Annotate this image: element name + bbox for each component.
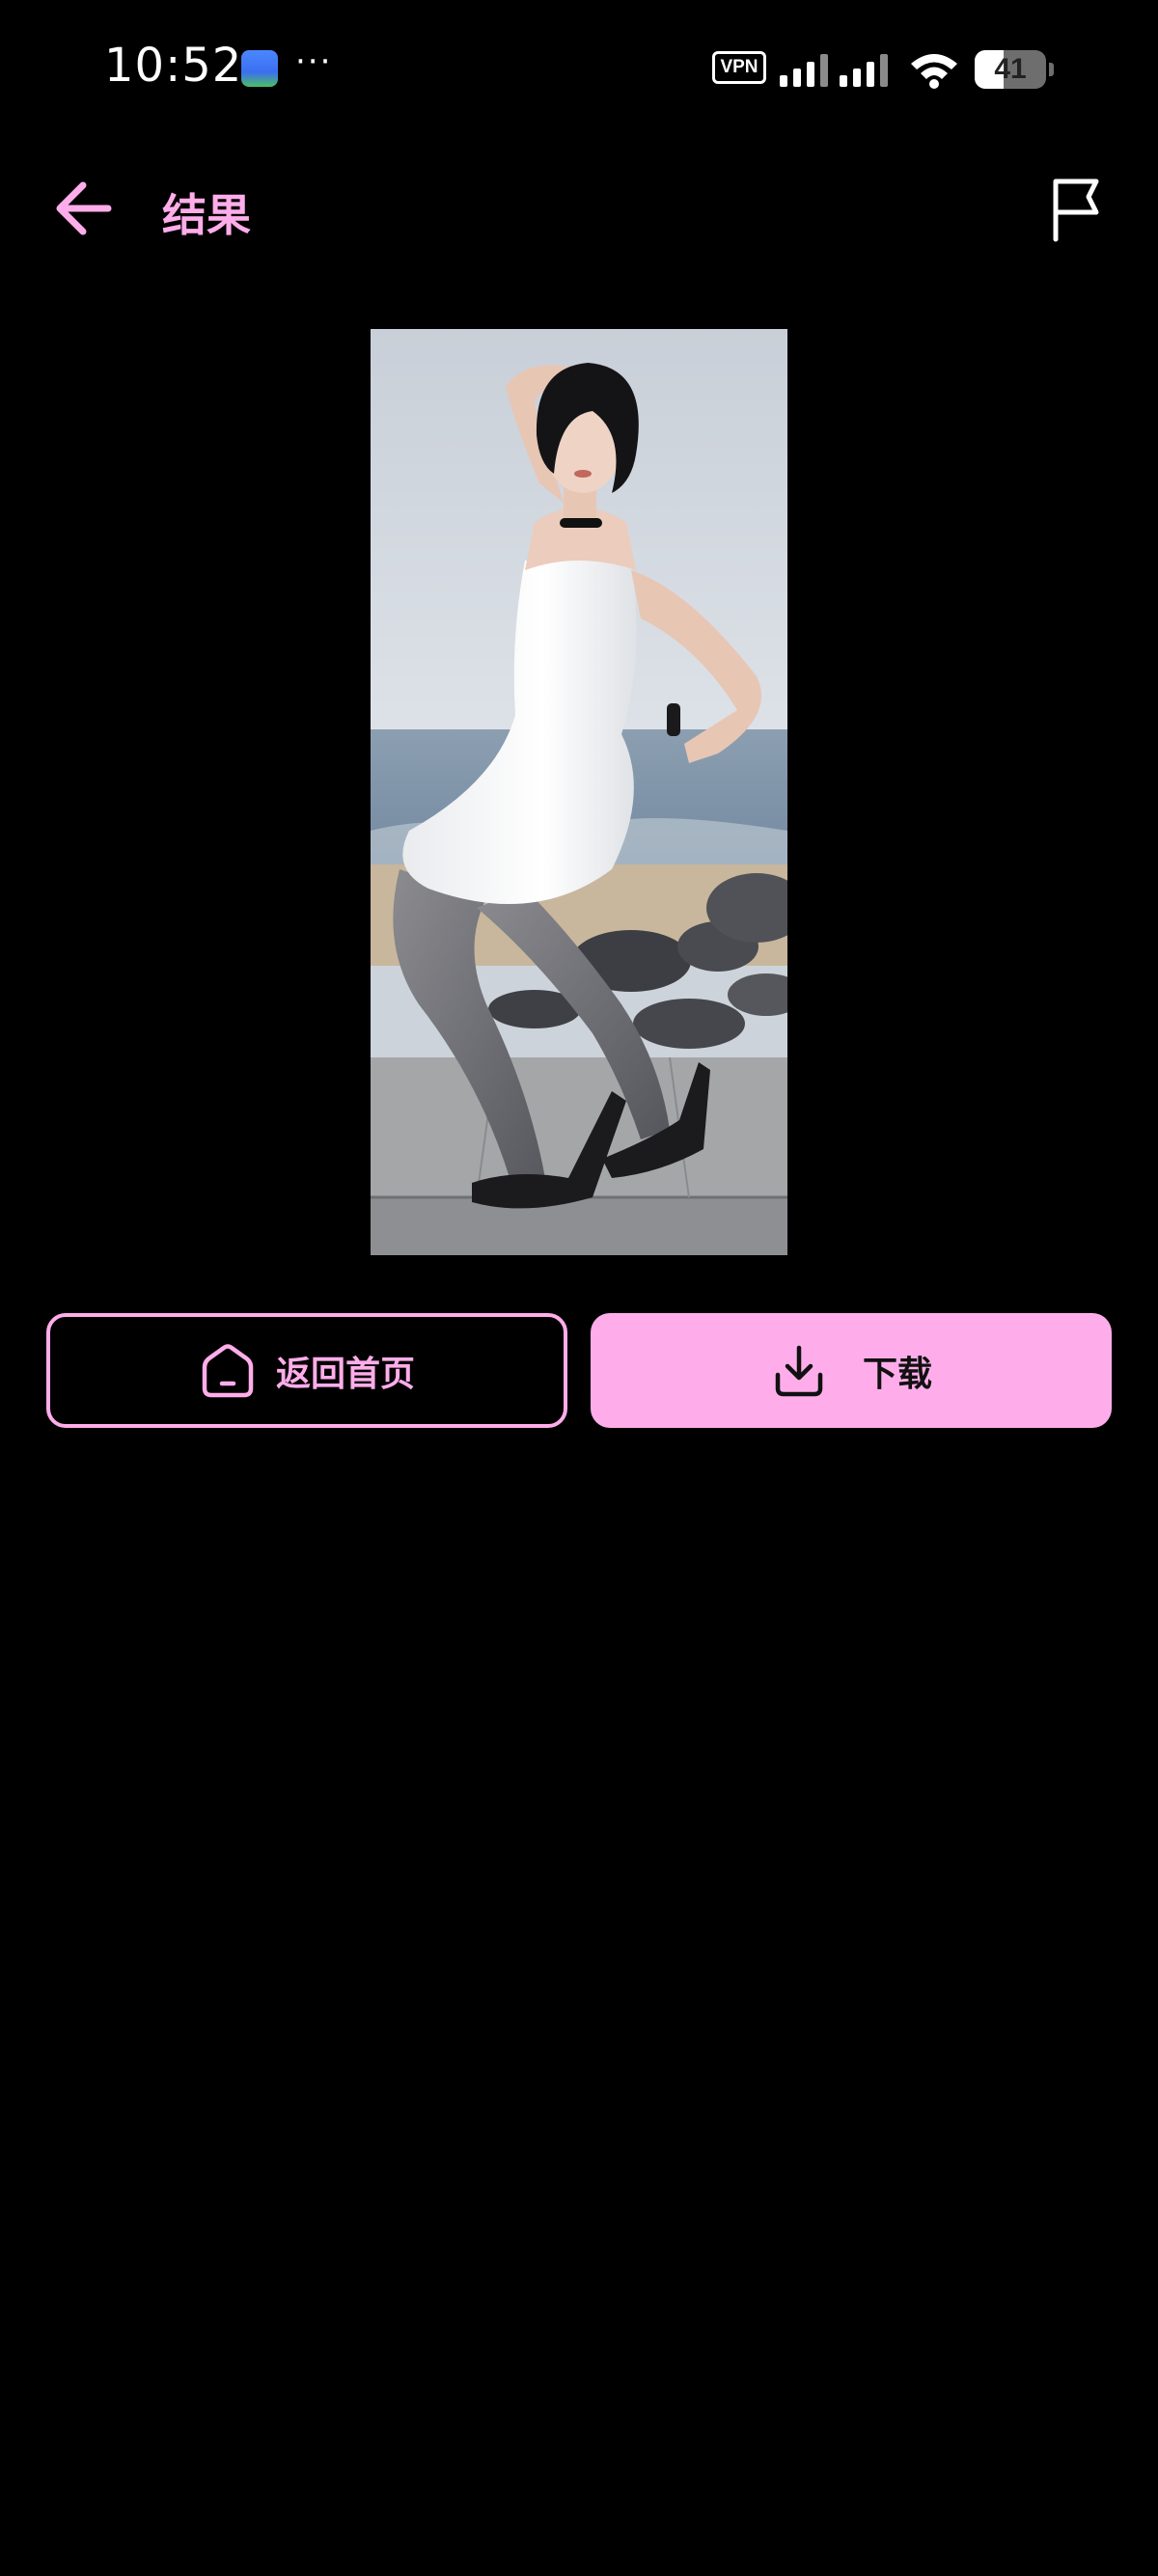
signal-strength-icon: [780, 54, 828, 87]
download-label: 下载: [862, 1354, 932, 1394]
back-button[interactable]: [48, 174, 125, 243]
status-bar: 10:52 ··· VPN 41: [0, 0, 1158, 145]
download-button[interactable]: 下载: [591, 1313, 1112, 1428]
app-notification-icon: [241, 50, 278, 87]
battery-icon: 41: [975, 50, 1054, 89]
result-image: [371, 329, 787, 1255]
back-to-home-label: 返回首页: [275, 1354, 415, 1394]
download-icon: [775, 1345, 823, 1396]
app-bar: 结果: [0, 154, 1158, 260]
page-title: 结果: [162, 189, 251, 241]
more-notifications-icon: ···: [295, 42, 333, 81]
signal-strength-icon: [840, 54, 888, 87]
report-button[interactable]: [1042, 170, 1110, 245]
status-time: 10:52: [104, 39, 243, 93]
battery-level: 41: [994, 53, 1027, 85]
flag-icon: [1053, 178, 1099, 242]
back-to-home-button[interactable]: 返回首页: [46, 1313, 567, 1428]
wifi-icon: [911, 54, 957, 89]
result-photo: [371, 329, 787, 1255]
arrow-left-icon: [56, 181, 112, 235]
home-icon: [202, 1343, 254, 1397]
vpn-icon: VPN: [712, 51, 766, 84]
